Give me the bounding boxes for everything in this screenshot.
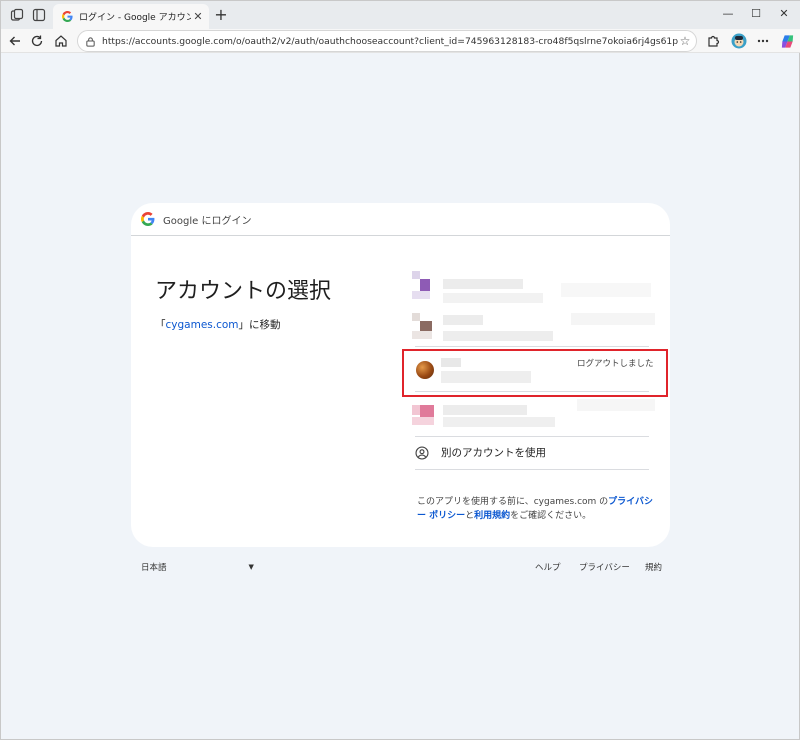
avatar-pixel <box>412 291 430 299</box>
new-tab-button[interactable]: + <box>213 7 229 23</box>
avatar-pixel <box>420 321 432 331</box>
divider <box>415 391 649 392</box>
google-favicon-icon <box>61 11 73 23</box>
continue-to-text: 「cygames.com」に移動 <box>155 317 281 332</box>
redacted-email <box>443 417 555 427</box>
tab-strip: ログイン - Google アカウント ✕ + — ☐ ✕ <box>1 1 800 29</box>
redacted-email <box>441 371 531 383</box>
tab-close-button[interactable]: ✕ <box>191 10 205 24</box>
continue-prefix: 「 <box>155 319 166 331</box>
card-header: Google にログイン <box>131 203 670 236</box>
avatar-pixel <box>412 313 420 321</box>
profile-avatar-icon[interactable] <box>731 33 747 49</box>
lock-icon[interactable] <box>84 35 96 47</box>
extensions-icon[interactable] <box>705 33 721 49</box>
home-icon[interactable] <box>53 33 69 49</box>
divider <box>415 469 649 470</box>
address-bar[interactable]: https://accounts.google.com/o/oauth2/v2/… <box>77 30 697 52</box>
copilot-icon[interactable] <box>779 33 795 49</box>
continue-suffix: 」に移動 <box>238 319 281 331</box>
refresh-icon[interactable] <box>29 33 45 49</box>
redacted-status <box>577 399 655 411</box>
redacted-name <box>443 315 483 325</box>
privacy-link[interactable]: プライバシー <box>579 561 630 573</box>
avatar-pixel <box>412 405 420 415</box>
back-icon[interactable] <box>7 33 23 49</box>
help-link[interactable]: ヘルプ <box>535 561 561 573</box>
privacy-notice: このアプリを使用する前に、cygames.com のプライバシー ポリシーと利用… <box>417 495 653 523</box>
redacted-status <box>561 283 651 297</box>
language-label: 日本語 <box>141 563 167 573</box>
browser-toolbar: https://accounts.google.com/o/oauth2/v2/… <box>1 29 800 53</box>
divider <box>415 436 649 437</box>
url-text[interactable]: https://accounts.google.com/o/oauth2/v2/… <box>102 36 678 47</box>
minimize-button[interactable]: — <box>721 7 735 21</box>
account-avatar <box>416 361 434 379</box>
notice-after: をご確認ください。 <box>510 511 592 521</box>
terms-footer-link[interactable]: 規約 <box>645 561 662 573</box>
redacted-email <box>443 293 543 303</box>
redacted-status <box>571 313 655 325</box>
account-circle-icon <box>415 445 429 460</box>
dropdown-caret-icon: ▼ <box>248 563 254 571</box>
redacted-email <box>443 331 553 341</box>
notice-and: と <box>465 511 475 521</box>
use-another-account-button[interactable]: 別のアカウントを使用 <box>415 445 546 460</box>
terms-link[interactable]: 利用規約 <box>474 511 510 521</box>
workspaces-icon[interactable] <box>9 7 25 23</box>
signin-header-text: Google にログイン <box>163 215 252 227</box>
signed-out-status: ログアウトしました <box>577 359 654 369</box>
browser-window: ログイン - Google アカウント ✕ + — ☐ ✕ https://ac… <box>0 0 800 740</box>
use-another-account-label: 別のアカウントを使用 <box>441 447 546 459</box>
avatar-pixel <box>412 271 420 279</box>
notice-text: このアプリを使用する前に、cygames.com の <box>417 497 609 507</box>
avatar-pixel <box>412 331 432 339</box>
divider <box>415 346 649 347</box>
redacted-name <box>443 279 523 289</box>
favorite-star-icon[interactable]: ☆ <box>678 34 692 48</box>
redacted-name <box>441 358 461 367</box>
close-window-button[interactable]: ✕ <box>777 7 791 21</box>
language-selector[interactable]: 日本語 ▼ <box>141 561 254 573</box>
page-title: アカウントの選択 <box>155 279 332 304</box>
tab-title: ログイン - Google アカウント <box>79 13 191 23</box>
maximize-button[interactable]: ☐ <box>749 7 763 21</box>
continue-app-link[interactable]: cygames.com <box>166 319 239 331</box>
avatar-pixel <box>412 417 434 425</box>
tab-actions-icon[interactable] <box>31 7 47 23</box>
active-tab[interactable]: ログイン - Google アカウント ✕ <box>53 4 209 29</box>
google-logo-icon <box>141 212 155 226</box>
redacted-name <box>443 405 527 415</box>
more-menu-icon[interactable] <box>755 33 771 49</box>
